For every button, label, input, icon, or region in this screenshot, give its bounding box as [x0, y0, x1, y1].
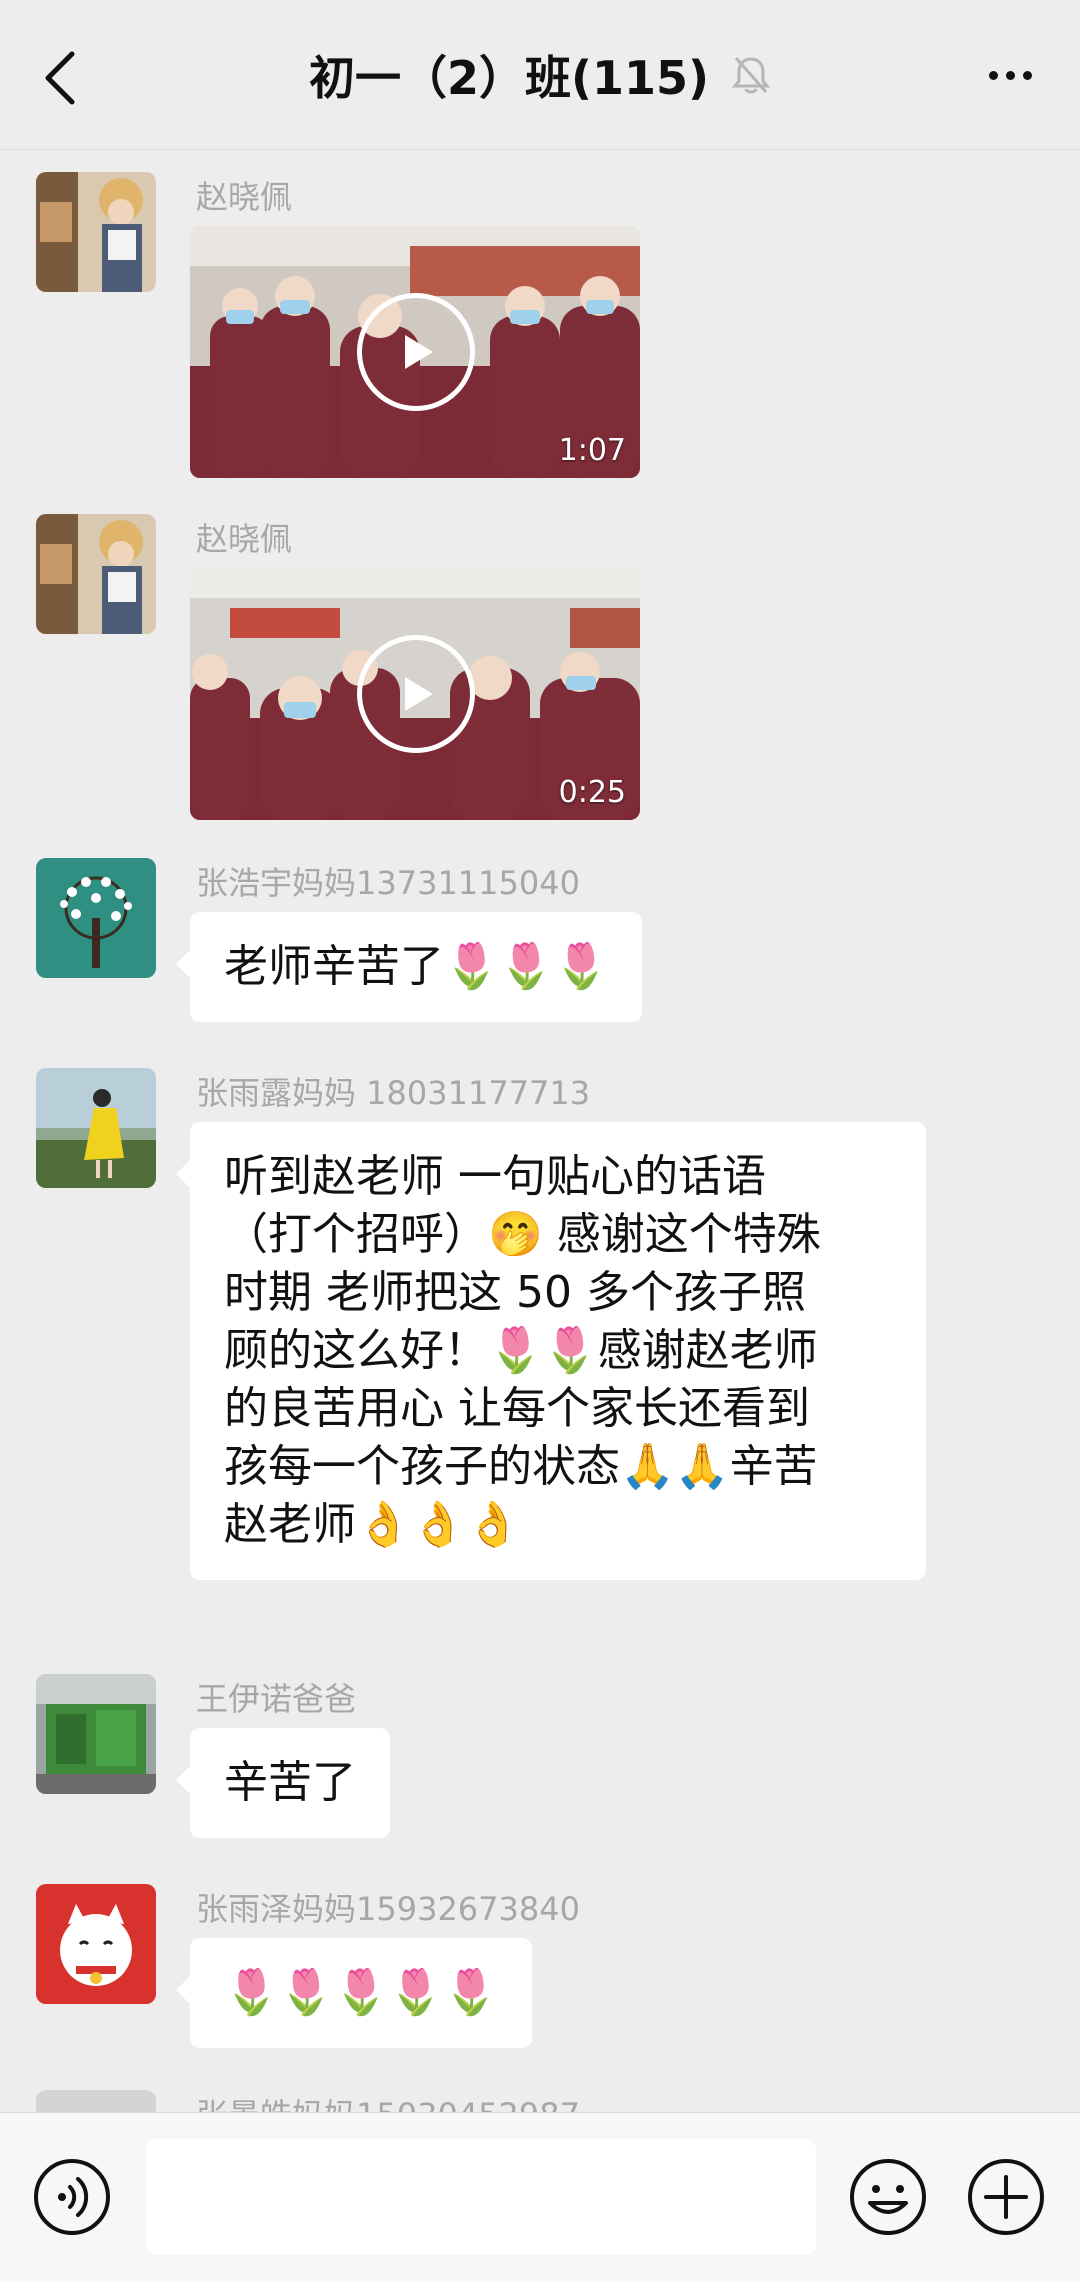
sender-name: 王伊诺爸爸	[196, 1680, 357, 1718]
sender-name: 张雨露妈妈 18031177713	[196, 1074, 591, 1112]
avatar[interactable]	[36, 858, 156, 978]
chat-messages[interactable]: 赵晓佩 1:07 赵晓佩 0:25 张浩宇妈妈13731115040 老师辛苦了…	[0, 150, 1080, 2112]
avatar[interactable]	[36, 514, 156, 634]
message-text-line: 的良苦用心 让每个家长还看到	[224, 1383, 810, 1434]
message-bubble[interactable]: 老师辛苦了🌷🌷🌷	[175, 912, 643, 1022]
message-bubble[interactable]: 🌷🌷🌷🌷🌷	[176, 1938, 532, 2048]
emoji-icon	[850, 2159, 926, 2235]
play-icon[interactable]	[357, 293, 475, 411]
sender-name: 张雨泽妈妈15932673840	[196, 1890, 580, 1928]
more-button[interactable]	[970, 45, 1050, 105]
chat-header: 初一（2）班(115)	[0, 0, 1080, 150]
more-dots-icon	[988, 70, 998, 80]
message-input[interactable]	[146, 2139, 816, 2255]
message-text-line: 听到赵老师 一句贴心的话语	[224, 1151, 766, 1202]
input-bar	[0, 2112, 1080, 2282]
chevron-left-icon	[45, 51, 75, 105]
message-text-line: （打个招呼）🤭 感谢这个特殊	[224, 1209, 821, 1260]
back-button[interactable]	[30, 38, 90, 118]
message-text-line: 顾的这么好！🌷🌷感谢赵老师	[224, 1325, 818, 1376]
play-icon[interactable]	[357, 635, 475, 753]
plus-icon	[968, 2159, 1044, 2235]
video-message[interactable]: 0:25	[190, 568, 640, 820]
message-bubble[interactable]: 听到赵老师 一句贴心的话语 （打个招呼）🤭 感谢这个特殊 时期 老师把这 50 …	[176, 1122, 926, 1580]
bell-off-icon	[731, 57, 771, 94]
avatar[interactable]	[36, 1068, 156, 1188]
avatar[interactable]	[36, 172, 156, 292]
avatar[interactable]	[36, 2090, 156, 2112]
sender-name: 张景皓妈妈15030452987	[196, 2090, 580, 2112]
plus-button[interactable]	[966, 2157, 1046, 2237]
message-text: 🌷🌷🌷🌷🌷	[224, 1967, 498, 2018]
chat-title: 初一（2）班(115)	[308, 51, 710, 105]
message-text-line: 孩每一个孩子的状态🙏🙏辛苦	[224, 1441, 818, 1492]
message-text: 辛苦了	[224, 1757, 356, 1808]
message-bubble[interactable]: 辛苦了	[176, 1728, 390, 1838]
video-message[interactable]: 1:07	[190, 226, 640, 478]
voice-icon	[34, 2159, 110, 2235]
message-text: 老师辛苦了🌷🌷🌷	[224, 941, 609, 992]
emoji-button[interactable]	[848, 2157, 928, 2237]
sender-name: 赵晓佩	[196, 178, 293, 216]
video-duration: 0:25	[558, 775, 626, 810]
avatar[interactable]	[36, 1674, 156, 1794]
sender-name: 张浩宇妈妈13731115040	[196, 864, 580, 902]
message-text-line: 赵老师👌👌👌	[224, 1499, 521, 1550]
voice-button[interactable]	[32, 2157, 112, 2237]
message-text-line: 时期 老师把这 50 多个孩子照	[224, 1267, 806, 1318]
video-duration: 1:07	[558, 433, 626, 468]
avatar[interactable]	[36, 1884, 156, 2004]
sender-name: 赵晓佩	[196, 520, 293, 558]
